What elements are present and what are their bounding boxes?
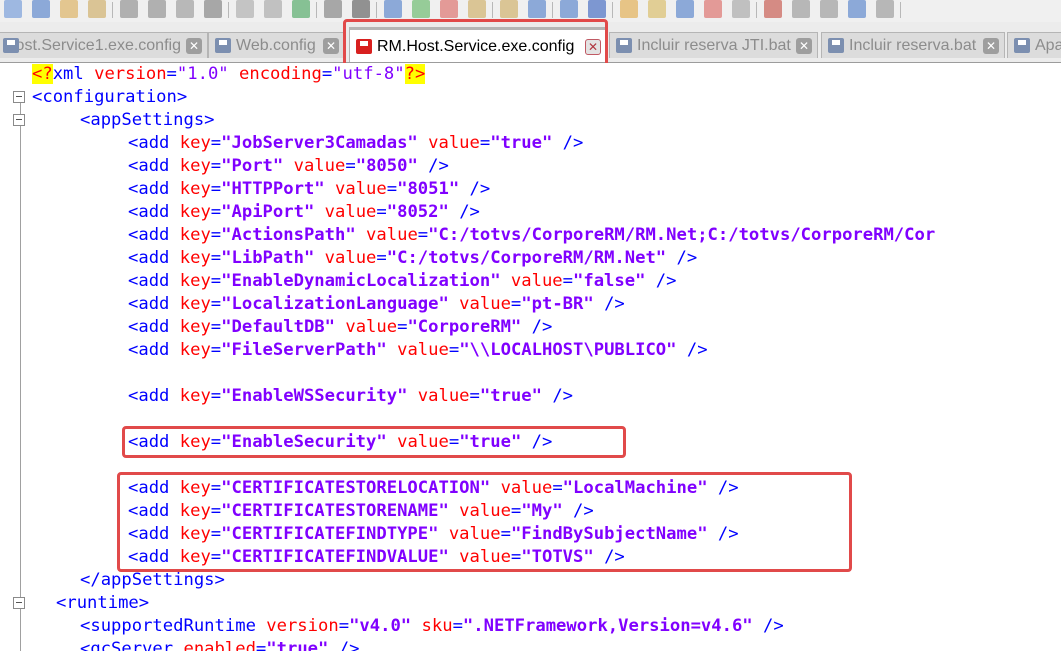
tab-bar: Host.Service1.exe.config ✕ Web.config ✕ … — [0, 22, 1061, 63]
run-macro-icon[interactable] — [848, 0, 866, 18]
toolbar-separator — [756, 2, 757, 18]
tab-label: Web.config — [236, 36, 316, 54]
print-icon[interactable] — [176, 0, 194, 18]
play-macro-icon[interactable] — [820, 0, 838, 18]
zoom-in-icon[interactable] — [412, 0, 430, 18]
code-line-add-entry: <add key="EnableDynamicLocalization" val… — [128, 271, 677, 291]
folder-workspace-icon[interactable] — [704, 0, 722, 18]
code-line-xml-declaration: <?xml version="1.0" encoding="utf-8"?> — [32, 64, 426, 84]
file-icon — [1014, 38, 1030, 53]
code-line-add-entry: <add key="JobServer3Camadas" value="true… — [128, 133, 584, 153]
code-line-supported-runtime: <supportedRuntime version="v4.0" sku=".N… — [80, 616, 784, 636]
paste-icon[interactable] — [264, 0, 282, 18]
code-line-add-entry: <add key="ActionsPath" value="C:/totvs/C… — [128, 225, 936, 245]
code-line-appsettings-close: </appSettings> — [80, 570, 225, 590]
new-icon[interactable] — [4, 0, 22, 18]
toolbar-separator — [316, 2, 317, 18]
stop-macro-icon[interactable] — [792, 0, 810, 18]
close-tab-icon[interactable]: ✕ — [323, 37, 339, 54]
zoom-out-icon[interactable] — [440, 0, 458, 18]
tab-label: Apa — [1035, 36, 1061, 54]
save-icon[interactable] — [60, 0, 78, 18]
user-lang-icon[interactable] — [620, 0, 638, 18]
code-editor[interactable]: <?xml version="1.0" encoding="utf-8"?> <… — [0, 63, 1061, 651]
code-line-add-entry: <add key="CERTIFICATESTORENAME" value="M… — [128, 501, 594, 521]
undo-icon[interactable] — [292, 0, 310, 18]
code-line-add-entry: <add key="DefaultDB" value="CorporeRM" /… — [128, 317, 553, 337]
indent-guide-icon[interactable] — [588, 0, 606, 18]
code-line-add-entry: <add key="CERTIFICATESTORELOCATION" valu… — [128, 478, 739, 498]
tab-label: Host.Service1.exe.config — [4, 36, 181, 54]
tab-incluir-reserva-jti[interactable]: Incluir reserva JTI.bat ✕ — [609, 32, 818, 58]
close-tab-icon[interactable]: ✕ — [983, 37, 999, 54]
replace-icon[interactable] — [384, 0, 402, 18]
code-line-add-entry: <add key="LocalizationLanguage" value="p… — [128, 294, 625, 314]
monitor-icon[interactable] — [732, 0, 750, 18]
fold-line — [20, 103, 21, 651]
record-macro-icon[interactable] — [764, 0, 782, 18]
redo-icon[interactable] — [324, 0, 342, 18]
toolbar-separator — [112, 2, 113, 18]
toolbar-separator — [900, 2, 901, 18]
tab-web-config[interactable]: Web.config ✕ — [208, 32, 345, 58]
toolbar-separator — [492, 2, 493, 18]
toolbar-separator — [376, 2, 377, 18]
file-icon — [616, 38, 632, 53]
function-list-icon[interactable] — [676, 0, 694, 18]
toolbar-separator — [612, 2, 613, 18]
tab-label: RM.Host.Service.exe.config — [377, 37, 575, 55]
toolbar — [0, 0, 1061, 22]
code-line-add-entry: <add key="Port" value="8050" /> — [128, 156, 449, 176]
tab-label: Incluir reserva.bat — [849, 36, 977, 54]
toolbar-separator — [552, 2, 553, 18]
word-wrap-icon[interactable] — [528, 0, 546, 18]
code-line-add-entry: <add key="EnableWSSecurity" value="true"… — [128, 386, 574, 406]
fold-toggle-icon[interactable] — [13, 597, 25, 609]
code-line-add-entry: <add key="HTTPPort" value="8051" /> — [128, 179, 491, 199]
file-icon — [356, 39, 372, 54]
save-macro-icon[interactable] — [876, 0, 894, 18]
show-all-chars-icon[interactable] — [560, 0, 578, 18]
close-icon[interactable] — [120, 0, 138, 18]
file-icon — [215, 38, 231, 53]
sync-vertical-icon[interactable] — [468, 0, 486, 18]
code-line-add-entry: <add key="LibPath" value="C:/totvs/Corpo… — [128, 248, 698, 268]
fold-toggle-icon[interactable] — [13, 114, 25, 126]
sync-horizontal-icon[interactable] — [500, 0, 518, 18]
tab-label: Incluir reserva JTI.bat — [637, 36, 791, 54]
toolbar-separator — [228, 2, 229, 18]
tab-incluir-reserva[interactable]: Incluir reserva.bat ✕ — [821, 32, 1005, 58]
code-line-add-entry: <add key="ApiPort" value="8052" /> — [128, 202, 480, 222]
open-icon[interactable] — [32, 0, 50, 18]
code-line-add-entry: <add key="CERTIFICATEFINDTYPE" value="Fi… — [128, 524, 739, 544]
close-all-icon[interactable] — [148, 0, 166, 18]
code-line-appsettings-open: <appSettings> — [80, 110, 215, 130]
code-line-configuration-open: <configuration> — [32, 87, 188, 107]
file-icon — [3, 38, 19, 53]
code-line-add-entry: <add key="EnableSecurity" value="true" /… — [128, 432, 553, 452]
file-icon — [828, 38, 844, 53]
code-line-add-entry: <add key="CERTIFICATEFINDVALUE" value="T… — [128, 547, 625, 567]
copy-icon[interactable] — [236, 0, 254, 18]
code-line-add-entry: <add key="FileServerPath" value="\\LOCAL… — [128, 340, 708, 360]
fold-toggle-icon[interactable] — [13, 91, 25, 103]
tab-apa[interactable]: Apa — [1007, 32, 1061, 58]
close-tab-icon[interactable]: ✕ — [585, 38, 601, 55]
code-line-runtime-open: <runtime> — [56, 593, 150, 613]
tab-host-service1-config[interactable]: Host.Service1.exe.config ✕ — [0, 32, 208, 58]
save-all-icon[interactable] — [88, 0, 106, 18]
find-icon[interactable] — [352, 0, 370, 18]
cut-icon[interactable] — [204, 0, 222, 18]
doc-map-icon[interactable] — [648, 0, 666, 18]
fold-gutter — [0, 63, 32, 651]
tab-rm-host-service-config[interactable]: RM.Host.Service.exe.config ✕ — [349, 27, 607, 62]
close-tab-icon[interactable]: ✕ — [796, 37, 812, 54]
code-line-gcserver: <gcServer enabled="true" /> — [80, 639, 360, 651]
close-tab-icon[interactable]: ✕ — [186, 37, 202, 54]
